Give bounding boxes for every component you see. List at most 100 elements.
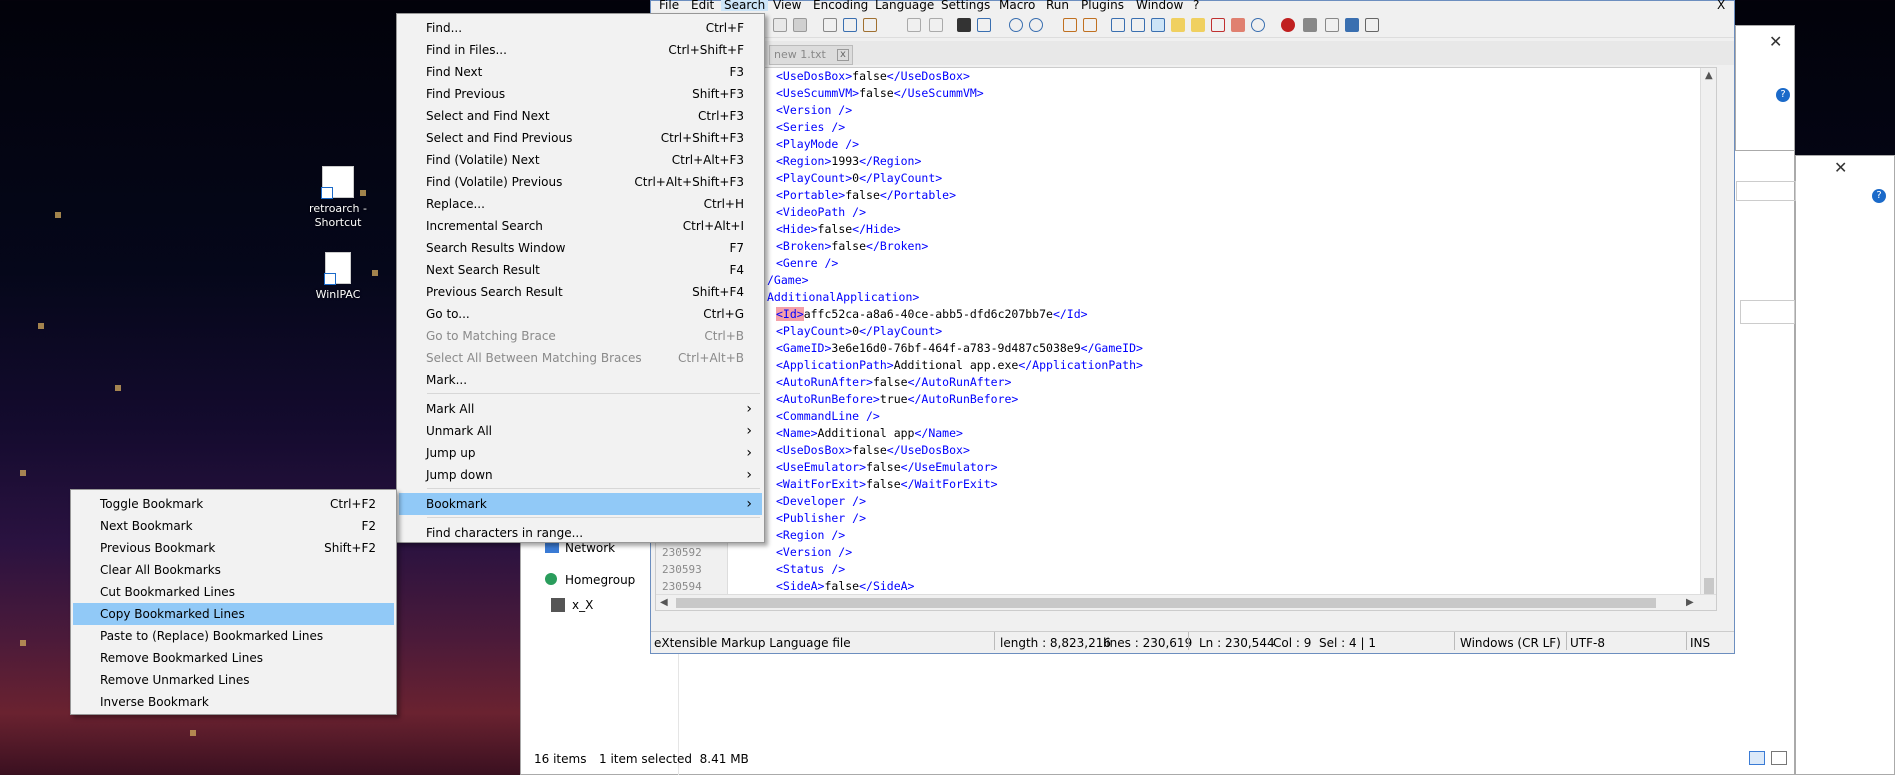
menu-item-inverse-bookmark[interactable]: Inverse Bookmark	[73, 691, 394, 713]
undo-icon[interactable]	[907, 18, 921, 32]
menu-item-find-previous[interactable]: Find Previous Shift+F3	[399, 83, 762, 105]
horizontal-scrollbar[interactable]: ◀ ▶	[656, 594, 1716, 610]
menu-item-next-bookmark[interactable]: Next Bookmark F2	[73, 515, 394, 537]
menu-item-next-search-result[interactable]: Next Search Result F4	[399, 259, 762, 281]
scroll-up-icon[interactable]: ▲	[1705, 70, 1713, 81]
help-icon[interactable]: ?	[1776, 88, 1790, 102]
close-icon[interactable]: ✕	[1769, 32, 1782, 51]
menu-item-go-to[interactable]: Go to... Ctrl+G	[399, 303, 762, 325]
menu-item-select-all-between-matching-braces[interactable]: Select All Between Matching Braces Ctrl+A…	[399, 347, 762, 369]
help-icon[interactable]: ?	[1872, 189, 1886, 203]
indent-guide-icon[interactable]	[1151, 18, 1165, 32]
scroll-left-icon[interactable]: ◀	[660, 597, 668, 608]
menu-item-select-and-find-next[interactable]: Select and Find Next Ctrl+F3	[399, 105, 762, 127]
editor[interactable]: 230592230593230594230595 <UseDosBox>fals…	[655, 67, 1717, 611]
show-all-chars-icon[interactable]	[1131, 18, 1145, 32]
menu-item-remove-unmarked-lines[interactable]: Remove Unmarked Lines	[73, 669, 394, 691]
menu-item-clear-all-bookmarks[interactable]: Clear All Bookmarks	[73, 559, 394, 581]
menu-edit[interactable]: Edit	[691, 0, 714, 11]
save-icon[interactable]	[793, 18, 807, 32]
lang-icon[interactable]	[1171, 18, 1185, 32]
stop-macro-icon[interactable]	[1303, 18, 1317, 32]
play-macro-icon[interactable]	[1325, 18, 1339, 32]
menu-item-select-and-find-previous[interactable]: Select and Find Previous Ctrl+Shift+F3	[399, 127, 762, 149]
redo-icon[interactable]	[929, 18, 943, 32]
menu-macro[interactable]: Macro	[999, 0, 1035, 11]
menu-encoding[interactable]: Encoding	[813, 0, 868, 11]
menu-item-label: Mark...	[426, 373, 468, 387]
monitor-icon[interactable]	[1251, 18, 1265, 32]
close-icon[interactable]: X	[1717, 0, 1725, 11]
menu-item-remove-bookmarked-lines[interactable]: Remove Bookmarked Lines	[73, 647, 394, 669]
menu-item-bookmark[interactable]: Bookmark ›	[399, 493, 762, 515]
menu-item-paste-to-replace-bookmarked-lines[interactable]: Paste to (Replace) Bookmarked Lines	[73, 625, 394, 647]
search-box-right[interactable]	[1740, 300, 1795, 324]
menu-item-label: Find Previous	[426, 87, 506, 101]
sync-v-icon[interactable]	[1063, 18, 1077, 32]
folder-icon	[551, 598, 565, 612]
menu-window[interactable]: Window	[1136, 0, 1183, 11]
menu-item-copy-bookmarked-lines[interactable]: Copy Bookmarked Lines	[73, 603, 394, 625]
menu-item-incremental-search[interactable]: Incremental Search Ctrl+Alt+I	[399, 215, 762, 237]
status-items: 16 items	[534, 752, 587, 766]
word-wrap-icon[interactable]	[1111, 18, 1125, 32]
details-view-icon[interactable]	[1749, 751, 1765, 765]
cut-icon[interactable]	[823, 18, 837, 32]
replace-icon[interactable]	[977, 18, 991, 32]
menu-help[interactable]: ?	[1193, 0, 1199, 11]
menu-item-jump-down[interactable]: Jump down ›	[399, 464, 762, 486]
zoom-in-icon[interactable]	[1009, 18, 1023, 32]
menu-item-previous-search-result[interactable]: Previous Search Result Shift+F4	[399, 281, 762, 303]
tab-new-1[interactable]: new 1.txt x	[769, 45, 853, 65]
function-list-icon[interactable]	[1211, 18, 1225, 32]
menu-settings[interactable]: Settings	[941, 0, 990, 11]
menu-item-toggle-bookmark[interactable]: Toggle Bookmark Ctrl+F2	[73, 493, 394, 515]
menu-item-search-results-window[interactable]: Search Results Window F7	[399, 237, 762, 259]
menu-item-find-volatile-next[interactable]: Find (Volatile) Next Ctrl+Alt+F3	[399, 149, 762, 171]
menu-file[interactable]: File	[659, 0, 679, 11]
submenu-arrow-icon: ›	[746, 445, 752, 461]
menu-item-find[interactable]: Find... Ctrl+F	[399, 17, 762, 39]
menu-item-jump-up[interactable]: Jump up ›	[399, 442, 762, 464]
desktop-icon-retroarch[interactable]: retroarch - Shortcut	[298, 166, 378, 230]
menu-language[interactable]: Language	[875, 0, 934, 11]
close-icon[interactable]: ✕	[1834, 158, 1847, 177]
nav-x-x[interactable]: x_X	[572, 598, 593, 612]
menu-item-cut-bookmarked-lines[interactable]: Cut Bookmarked Lines	[73, 581, 394, 603]
play-multiple-icon[interactable]	[1345, 18, 1359, 32]
menu-item-unmark-all[interactable]: Unmark All ›	[399, 420, 762, 442]
vertical-scrollbar[interactable]: ▲ ▼	[1700, 68, 1716, 610]
record-macro-icon[interactable]	[1281, 18, 1295, 32]
doc-map-icon[interactable]	[1191, 18, 1205, 32]
menu-item-find-next[interactable]: Find Next F3	[399, 61, 762, 83]
copy-icon[interactable]	[843, 18, 857, 32]
find-icon[interactable]	[957, 18, 971, 32]
menu-view[interactable]: View	[773, 0, 801, 11]
menu-item-find-in-files[interactable]: Find in Files... Ctrl+Shift+F	[399, 39, 762, 61]
menu-item-find-volatile-previous[interactable]: Find (Volatile) Previous Ctrl+Alt+Shift+F…	[399, 171, 762, 193]
menu-item-label: Replace...	[426, 197, 485, 211]
scroll-right-icon[interactable]: ▶	[1686, 597, 1694, 608]
nav-homegroup[interactable]: Homegroup	[565, 573, 635, 587]
paste-icon[interactable]	[863, 18, 877, 32]
menu-item-previous-bookmark[interactable]: Previous Bookmark Shift+F2	[73, 537, 394, 559]
horizontal-scroll-thumb[interactable]	[676, 598, 1656, 608]
menu-item-go-to-matching-brace[interactable]: Go to Matching Brace Ctrl+B	[399, 325, 762, 347]
menu-item-replace[interactable]: Replace... Ctrl+H	[399, 193, 762, 215]
menu-item-mark[interactable]: Mark...	[399, 369, 762, 391]
sync-h-icon[interactable]	[1083, 18, 1097, 32]
save-macro-icon[interactable]	[1365, 18, 1379, 32]
tab-close-icon[interactable]: x	[837, 49, 849, 61]
zoom-out-icon[interactable]	[1029, 18, 1043, 32]
menu-item-mark-all[interactable]: Mark All ›	[399, 398, 762, 420]
new-file-icon[interactable]	[773, 18, 787, 32]
menu-item-label: Go to Matching Brace	[426, 329, 556, 343]
large-icons-view-icon[interactable]	[1771, 751, 1787, 765]
desktop-icon-winipac[interactable]: WinIPAC	[298, 252, 378, 302]
menu-run[interactable]: Run	[1046, 0, 1069, 11]
menu-plugins[interactable]: Plugins	[1081, 0, 1124, 11]
search-box[interactable]	[1736, 181, 1796, 201]
menu-search[interactable]: Search	[721, 0, 769, 11]
menu-item-find-characters-in-range[interactable]: Find characters in range...	[399, 522, 762, 544]
folder-workspace-icon[interactable]	[1231, 18, 1245, 32]
